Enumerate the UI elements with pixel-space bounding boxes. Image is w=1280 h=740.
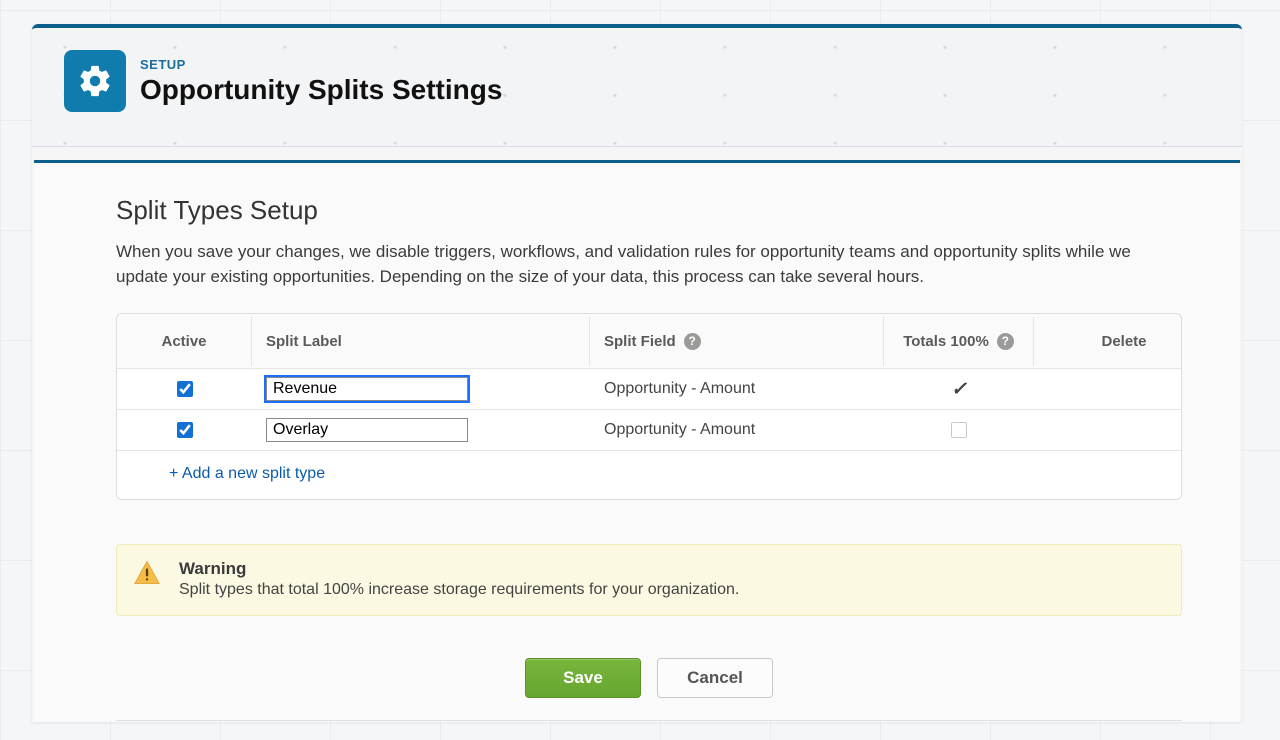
save-button[interactable]: Save <box>525 658 641 698</box>
help-icon[interactable]: ? <box>997 333 1014 350</box>
content-panel: Split Types Setup When you save your cha… <box>34 160 1240 722</box>
add-split-type-link[interactable]: + Add a new split type <box>169 465 325 482</box>
split-field-value: Opportunity - Amount <box>590 374 884 404</box>
table-row: Opportunity - Amount <box>117 409 1181 450</box>
help-icon[interactable]: ? <box>684 333 701 350</box>
split-types-table: Active Split Label Split Field ? Totals … <box>116 313 1182 500</box>
check-icon: ✓ <box>951 378 967 401</box>
active-checkbox[interactable] <box>177 422 193 438</box>
page-header: SETUP Opportunity Splits Settings <box>32 28 1242 147</box>
totals-100-cell <box>884 416 1034 444</box>
col-totals: Totals 100% ? <box>884 317 1034 366</box>
col-split-field-label: Split Field <box>604 333 676 350</box>
split-label-input[interactable] <box>266 418 468 442</box>
totals-100-checkbox[interactable] <box>951 422 967 438</box>
warning-title: Warning <box>179 559 1163 579</box>
col-totals-label: Totals 100% <box>903 333 989 350</box>
section-description: When you save your changes, we disable t… <box>116 240 1176 289</box>
setup-card: SETUP Opportunity Splits Settings Split … <box>32 24 1242 722</box>
page-title: Opportunity Splits Settings <box>140 74 502 106</box>
totals-100-cell: ✓ <box>884 372 1034 407</box>
section-title: Split Types Setup <box>116 195 1182 226</box>
button-row: Save Cancel <box>116 658 1182 698</box>
header-eyebrow: SETUP <box>140 57 502 72</box>
col-split-field: Split Field ? <box>590 317 884 366</box>
gear-icon <box>64 50 126 112</box>
delete-cell <box>1034 424 1182 436</box>
delete-cell <box>1034 383 1182 395</box>
split-field-value: Opportunity - Amount <box>590 415 884 445</box>
warning-box: Warning Split types that total 100% incr… <box>116 544 1182 616</box>
split-label-input[interactable] <box>266 377 468 401</box>
col-split-label: Split Label <box>252 317 590 366</box>
active-checkbox[interactable] <box>177 381 193 397</box>
warning-text: Split types that total 100% increase sto… <box>179 581 1163 599</box>
table-row: Opportunity - Amount ✓ <box>117 368 1181 409</box>
divider <box>116 720 1182 721</box>
cancel-button[interactable]: Cancel <box>657 658 773 698</box>
table-footer: + Add a new split type <box>117 450 1181 499</box>
col-delete: Delete <box>1034 317 1182 366</box>
col-active: Active <box>117 317 252 366</box>
warning-icon <box>133 559 161 587</box>
table-header: Active Split Label Split Field ? Totals … <box>117 314 1181 368</box>
